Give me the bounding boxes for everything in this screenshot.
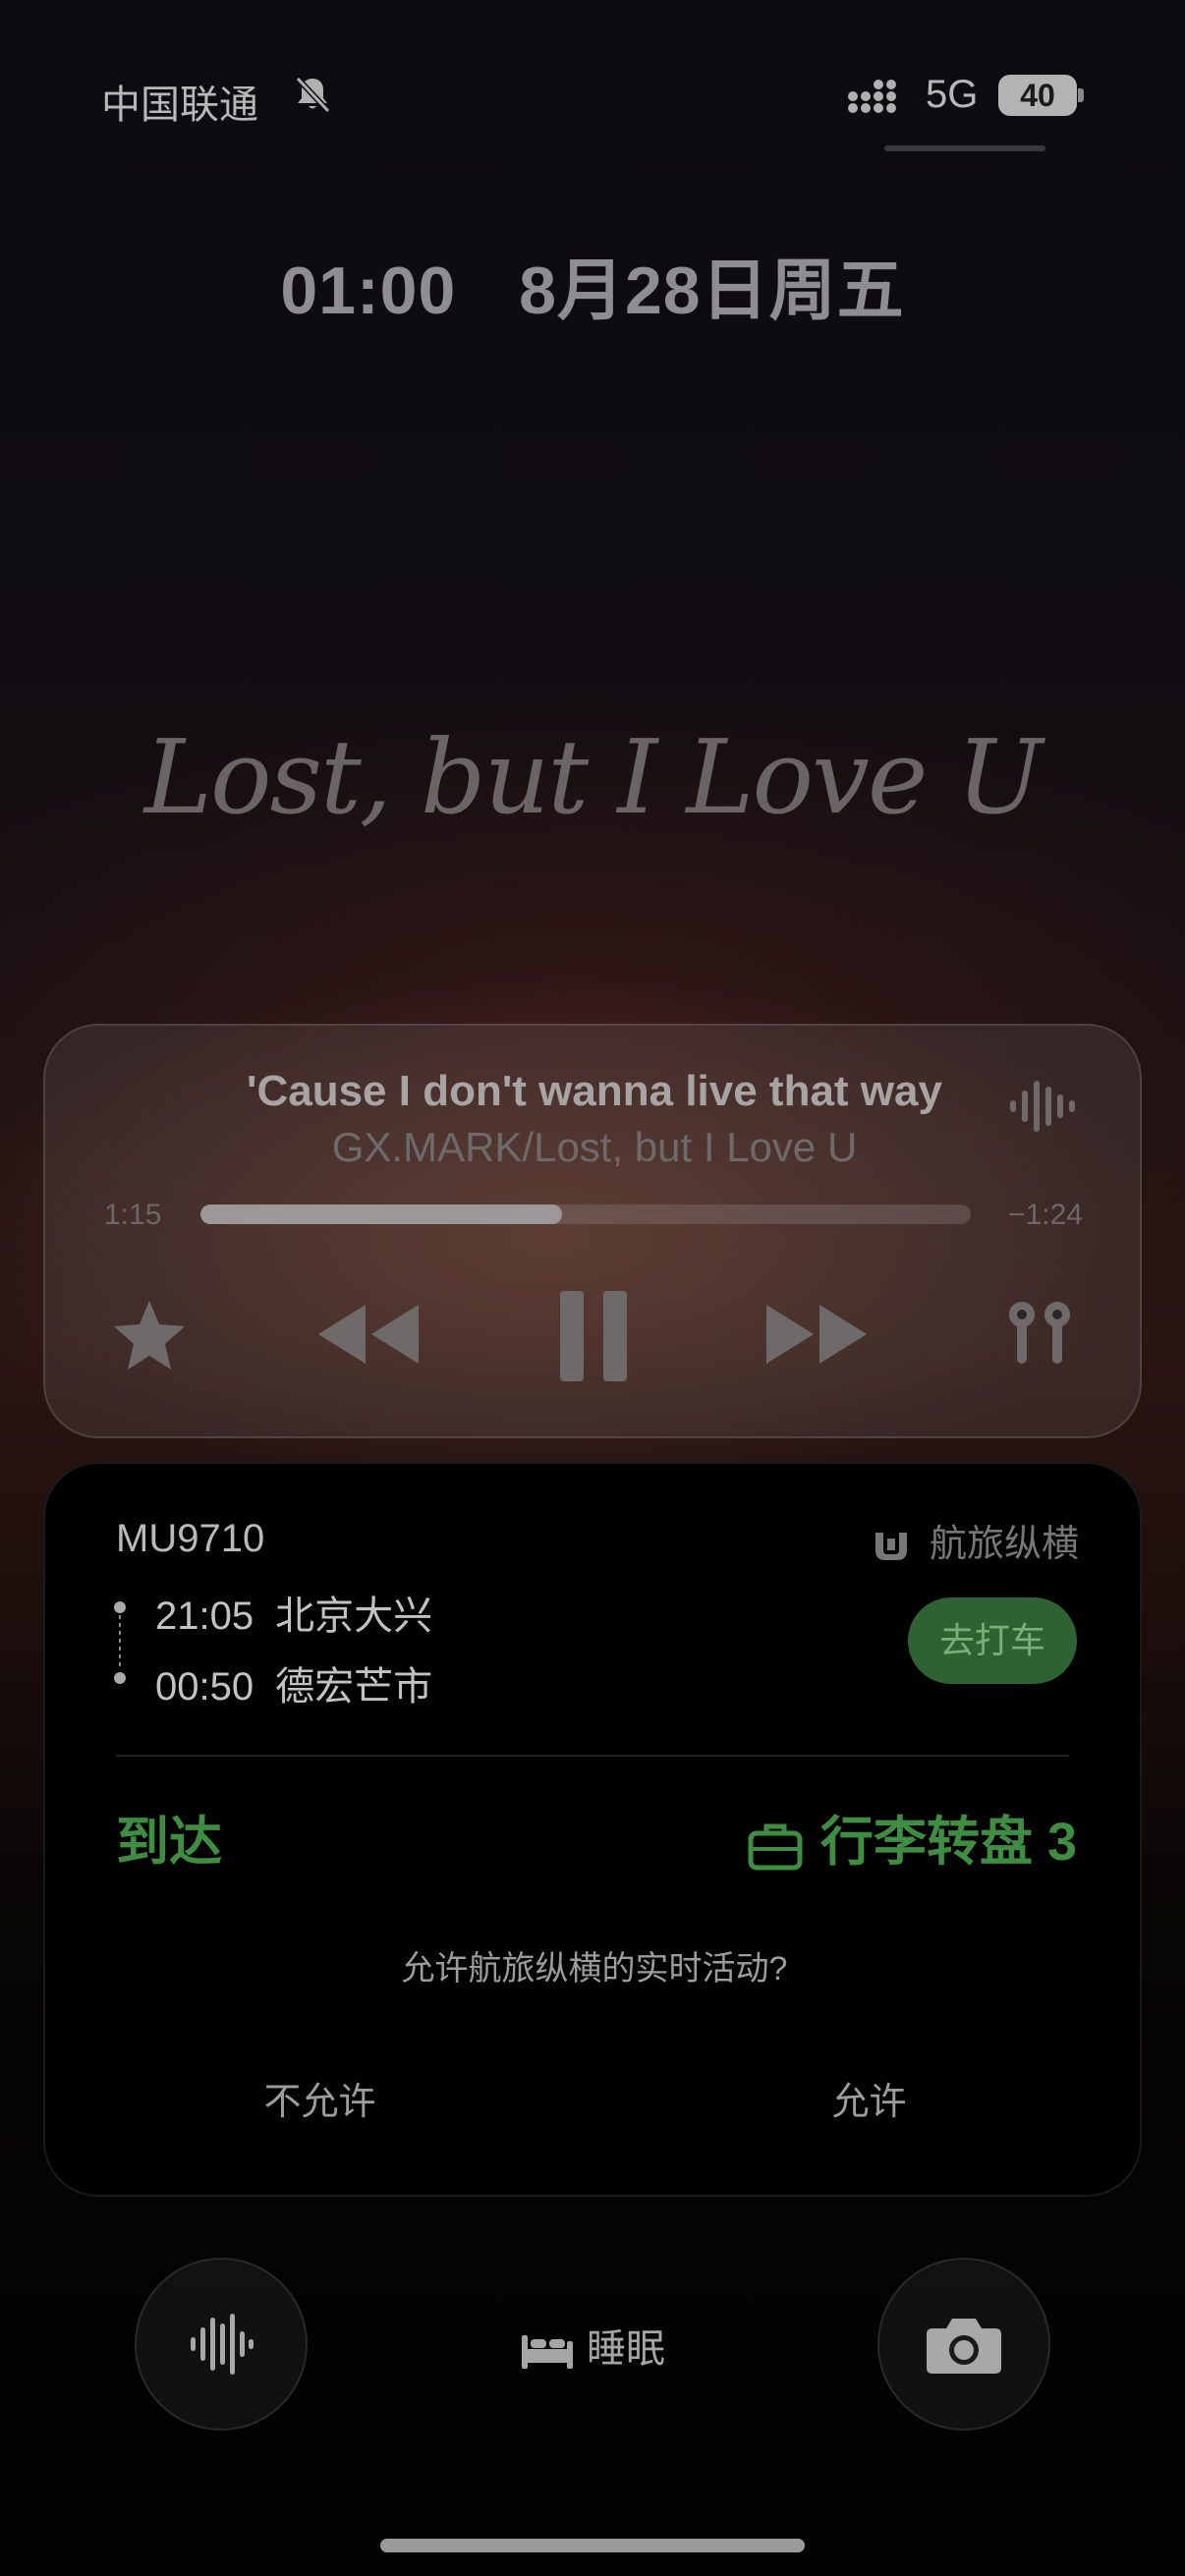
remaining-time: −1:24 xyxy=(1008,1199,1083,1231)
bed-icon xyxy=(522,2335,573,2370)
departure-row: 21:05 北京大兴 xyxy=(155,1584,432,1641)
battery-level: 40 xyxy=(998,75,1077,116)
brand-logo-icon xyxy=(875,1532,908,1560)
waveform-icon[interactable] xyxy=(1008,1077,1077,1136)
baggage-carousel: 行李转盘 3 xyxy=(748,1798,1077,1876)
flight-number: MU9710 xyxy=(116,1517,265,1560)
fast-forward-button[interactable] xyxy=(762,1295,871,1373)
lyric-line: 'Cause I don't wanna live that way xyxy=(247,1067,942,1115)
bell-slash-icon xyxy=(295,76,331,114)
pause-icon xyxy=(560,1291,627,1381)
departure-time: 21:05 xyxy=(155,1595,254,1638)
pause-button[interactable] xyxy=(554,1291,633,1385)
departure-dot xyxy=(114,1601,126,1613)
permission-prompt: 允许航旅纵横的实时活动? xyxy=(401,1950,788,1988)
arrival-row: 00:50 德宏芒市 xyxy=(155,1654,432,1711)
camera-button[interactable] xyxy=(877,2258,1050,2431)
battery-tip xyxy=(1078,88,1084,102)
card-divider xyxy=(116,1755,1069,1757)
arrival-city: 德宏芒市 xyxy=(275,1665,433,1708)
brand-label: 航旅纵横 xyxy=(872,1513,1079,1567)
allow-button[interactable]: 允许 xyxy=(594,2071,1144,2125)
progress-track[interactable] xyxy=(200,1204,971,1224)
time-label: 01:00 xyxy=(280,253,457,328)
now-playing-widget[interactable]: 'Cause I don't wanna live that way GX.MA… xyxy=(43,1024,1142,1438)
airpods-icon xyxy=(1009,1302,1070,1364)
status-bar: 中国联通 5G 40 xyxy=(0,69,1185,151)
progress-fill xyxy=(200,1204,563,1224)
luggage-icon xyxy=(748,1823,803,1871)
lock-clock: 01:00 8月28日周五 xyxy=(0,236,1185,333)
elapsed-time: 1:15 xyxy=(104,1199,162,1231)
hail-taxi-button[interactable]: 去打车 xyxy=(908,1597,1077,1684)
route-dashed-line xyxy=(119,1615,121,1668)
carrier-name: 中国联通 xyxy=(101,84,258,127)
rewind-button[interactable] xyxy=(314,1295,423,1373)
sleep-label: 睡眠 xyxy=(587,2327,665,2371)
baggage-label: 行李转盘 3 xyxy=(819,1813,1077,1872)
airpods-output-button[interactable] xyxy=(1000,1295,1079,1373)
rewind-icon xyxy=(318,1305,419,1364)
artist-track: GX.MARK/Lost, but I Love U xyxy=(331,1124,858,1170)
star-icon xyxy=(114,1301,185,1370)
status-indicator-bar xyxy=(884,145,1045,151)
brand-name: 航旅纵横 xyxy=(929,1524,1079,1565)
arrival-dot xyxy=(114,1672,126,1684)
deny-button[interactable]: 不允许 xyxy=(45,2071,594,2125)
home-indicator[interactable] xyxy=(380,2539,805,2552)
departure-city: 北京大兴 xyxy=(275,1595,433,1638)
flight-live-activity[interactable]: MU9710 航旅纵横 21:05 北京大兴 00:50 德宏芒市 去打车 到达 行… xyxy=(43,1462,1142,2197)
fast-forward-icon xyxy=(766,1305,867,1364)
network-type: 5G xyxy=(926,73,979,116)
date-label: 8月28日周五 xyxy=(519,253,905,328)
camera-icon xyxy=(927,2319,1001,2374)
arrival-time: 00:50 xyxy=(155,1665,254,1708)
flight-status: 到达 xyxy=(116,1813,222,1872)
wallpaper-album-text: Lost, but I Love U xyxy=(143,717,1043,837)
favorite-button[interactable] xyxy=(110,1295,189,1373)
signal-icon xyxy=(848,80,896,113)
